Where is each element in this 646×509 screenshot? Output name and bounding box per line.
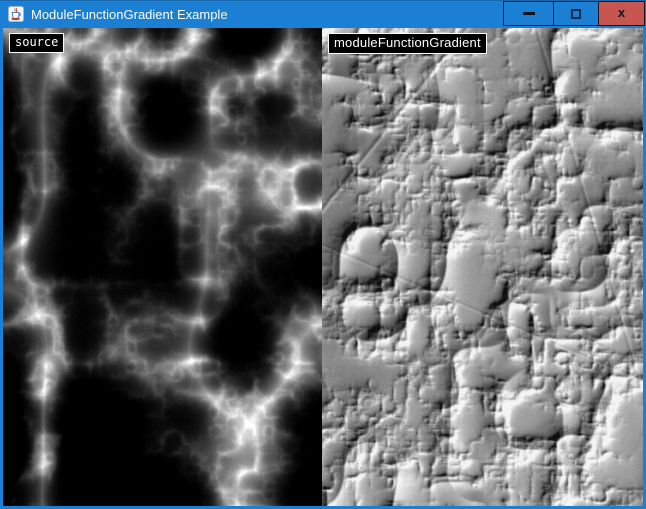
gradient-image-label: moduleFunctionGradient <box>328 33 487 54</box>
minimize-button[interactable] <box>503 1 554 26</box>
source-image-label: source <box>9 33 64 53</box>
close-icon: x <box>618 6 625 19</box>
maximize-icon <box>571 9 581 19</box>
source-noise-image <box>3 28 322 506</box>
close-button[interactable]: x <box>598 1 645 26</box>
app-window: ModuleFunctionGradient Example x source … <box>0 0 646 509</box>
maximize-button[interactable] <box>553 1 599 26</box>
minimize-icon <box>523 12 535 15</box>
content-area: source moduleFunctionGradient <box>3 28 643 506</box>
java-coffee-cup-icon <box>8 6 24 22</box>
panel-source: source <box>3 28 322 506</box>
window-controls: x <box>503 1 645 26</box>
module-function-gradient-image <box>322 28 643 506</box>
panel-gradient: moduleFunctionGradient <box>322 28 643 506</box>
window-title: ModuleFunctionGradient Example <box>31 7 228 22</box>
titlebar[interactable]: ModuleFunctionGradient Example x <box>0 0 646 28</box>
